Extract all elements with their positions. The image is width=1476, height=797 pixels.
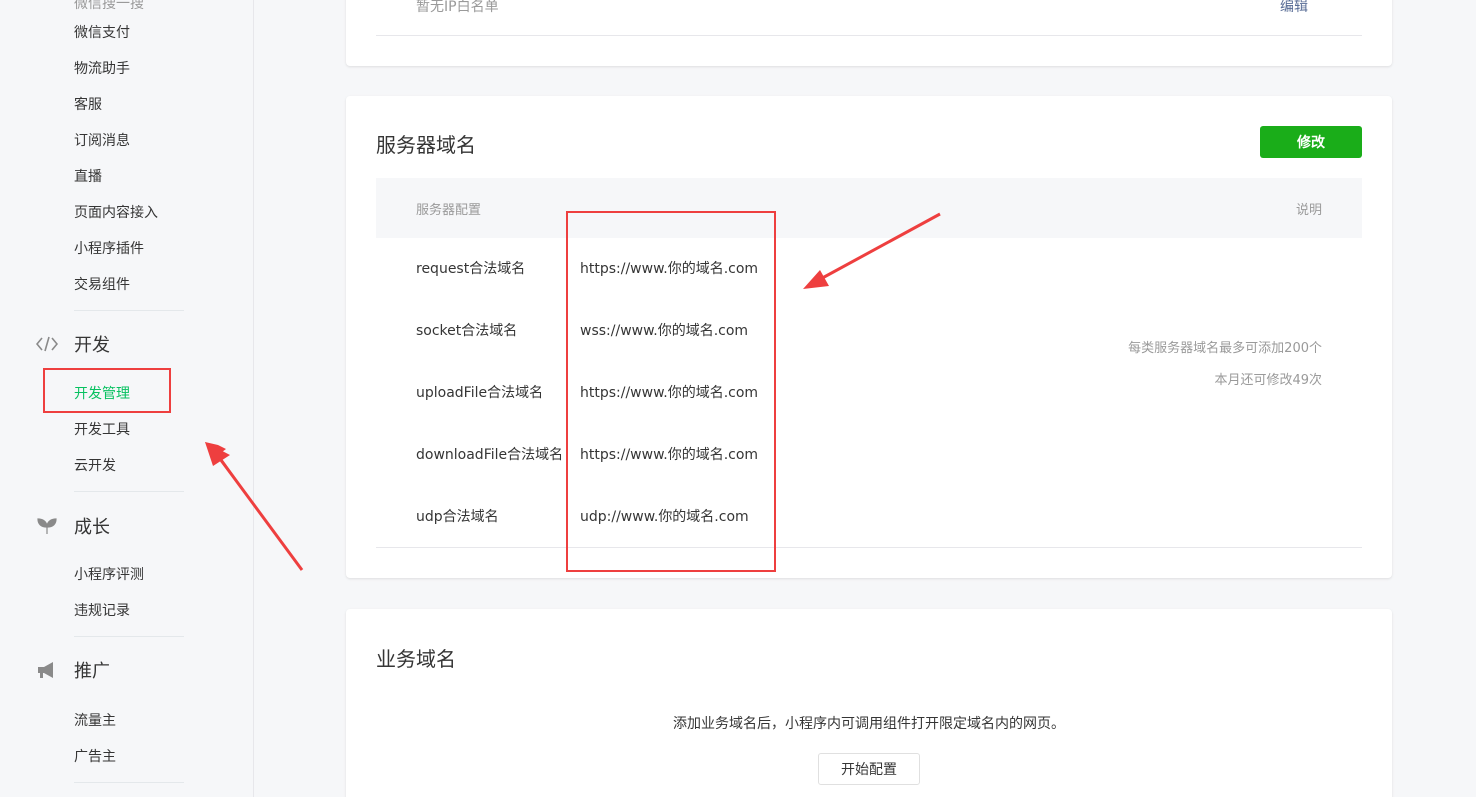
- ip-whitelist-label: 暂无IP白名单: [416, 0, 499, 15]
- sidebar-item-violations[interactable]: 违规记录: [74, 601, 130, 621]
- highlight-box-domains: [566, 211, 776, 572]
- server-domain-title: 服务器域名: [376, 133, 476, 157]
- sidebar-group-dev: 开发: [36, 332, 110, 356]
- sidebar-divider: [74, 491, 184, 492]
- table-header: 服务器配置 说明: [376, 178, 1362, 238]
- business-domain-description: 添加业务域名后，小程序内可调用组件打开限定域名内的网页。: [673, 716, 1065, 732]
- sidebar-item-traffic[interactable]: 流量主: [74, 711, 116, 731]
- table-row: request合法域名 https://www.你的域名.com: [376, 238, 1362, 300]
- sidebar-group-label: 开发: [74, 335, 110, 356]
- sprout-icon: [36, 515, 58, 537]
- sidebar-item-wechat-pay[interactable]: 微信支付: [74, 23, 130, 43]
- sidebar-item-trade[interactable]: 交易组件: [74, 275, 130, 295]
- row-key: socket合法域名: [416, 323, 518, 339]
- modify-button[interactable]: 修改: [1260, 126, 1362, 158]
- table-row: downloadFile合法域名 https://www.你的域名.com: [376, 424, 1362, 486]
- row-key: request合法域名: [416, 261, 526, 277]
- header-server-config: 服务器配置: [416, 203, 482, 218]
- divider: [376, 547, 1362, 548]
- sidebar-divider: [74, 782, 184, 783]
- sidebar-divider: [74, 310, 184, 311]
- code-icon: [36, 333, 58, 355]
- sidebar-group-growth: 成长: [36, 514, 110, 538]
- megaphone-icon: [36, 659, 58, 681]
- divider: [376, 35, 1362, 36]
- sidebar-item-advertiser[interactable]: 广告主: [74, 747, 116, 767]
- row-key: uploadFile合法域名: [416, 385, 544, 401]
- sidebar-item-customer-service[interactable]: 客服: [74, 95, 102, 115]
- header-description: 说明: [1295, 203, 1322, 218]
- sidebar-item-cloud[interactable]: 云开发: [74, 456, 116, 476]
- edit-link[interactable]: 编辑: [1280, 0, 1308, 16]
- sidebar-item-subscribe[interactable]: 订阅消息: [74, 131, 130, 151]
- sidebar-item-plugin[interactable]: 小程序插件: [74, 239, 144, 259]
- business-domain-title: 业务域名: [376, 647, 456, 671]
- business-domain-card: 业务域名 添加业务域名后，小程序内可调用组件打开限定域名内的网页。 开始配置: [346, 609, 1392, 797]
- sidebar-item-evaluation[interactable]: 小程序评测: [74, 565, 144, 585]
- sidebar-item-dev-tools[interactable]: 开发工具: [74, 420, 130, 440]
- row-key: udp合法域名: [416, 509, 499, 525]
- sidebar-item-live[interactable]: 直播: [74, 167, 102, 187]
- start-config-button[interactable]: 开始配置: [818, 753, 920, 785]
- highlight-box-dev-manage: [43, 368, 171, 413]
- sidebar-item-logistics[interactable]: 物流助手: [74, 59, 130, 79]
- domain-limit-note: 每类服务器域名最多可添加200个: [1128, 341, 1322, 356]
- table-row: udp合法域名 udp://www.你的域名.com: [376, 486, 1362, 548]
- sidebar-group-label: 推广: [74, 661, 110, 682]
- sidebar-item-page-content[interactable]: 页面内容接入: [74, 203, 158, 223]
- sidebar-group-label: 成长: [74, 517, 110, 538]
- ip-whitelist-card: 暂无IP白名单 编辑: [346, 0, 1392, 66]
- sidebar-item-partial[interactable]: 微信搜一搜: [74, 0, 144, 14]
- modify-remaining-note: 本月还可修改49次: [1214, 373, 1322, 388]
- row-key: downloadFile合法域名: [416, 447, 564, 463]
- server-domain-card: 服务器域名 修改 服务器配置 说明 request合法域名 https://ww…: [346, 96, 1392, 578]
- sidebar-divider: [74, 636, 184, 637]
- sidebar-group-promo: 推广: [36, 658, 110, 682]
